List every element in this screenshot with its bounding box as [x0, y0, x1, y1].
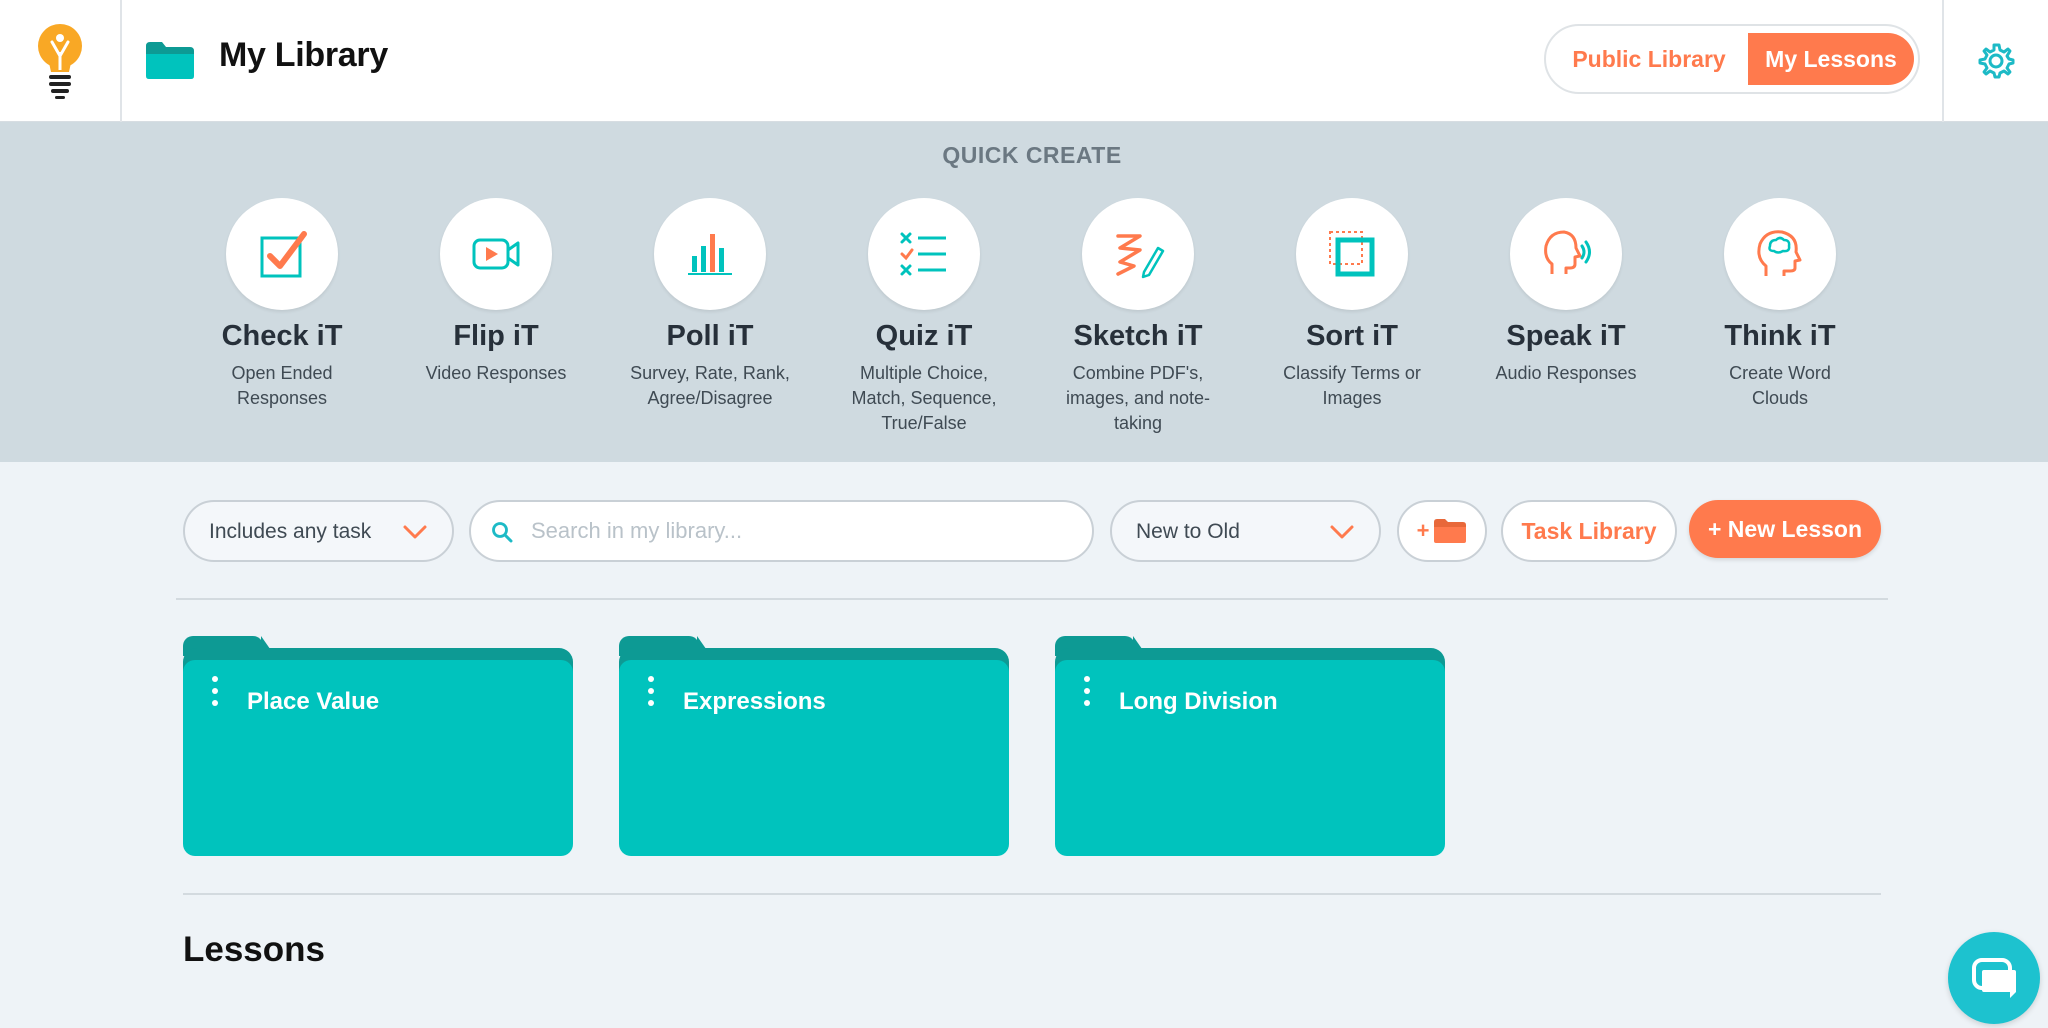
video-camera-icon	[472, 238, 520, 270]
quick-create-speak-it[interactable]: Speak iT Audio Responses	[1466, 198, 1666, 386]
thinking-head-icon	[1757, 230, 1802, 276]
think-it-icon-circle	[1724, 198, 1836, 310]
toolbar-divider	[176, 598, 1888, 600]
sketch-it-icon-circle	[1082, 198, 1194, 310]
app-logo[interactable]	[0, 0, 122, 122]
chevron-down-icon	[403, 525, 427, 539]
flip-it-desc: Video Responses	[425, 363, 567, 383]
poll-it-title: Poll iT	[666, 320, 754, 352]
speak-it-title: Speak iT	[1506, 320, 1626, 352]
chevron-down-icon	[1330, 525, 1354, 539]
folder-name: Place Value	[247, 688, 380, 715]
pencil-scribble-icon	[1116, 234, 1165, 279]
check-it-icon-circle	[226, 198, 338, 310]
lessons-heading: Lessons	[183, 930, 325, 969]
folder-card[interactable]: Place Value	[183, 636, 573, 856]
sort-it-title: Sort iT	[1306, 320, 1398, 352]
folder-menu-icon[interactable]	[1081, 676, 1093, 706]
flip-it-icon-circle	[440, 198, 552, 310]
quick-create-heading: QUICK CREATE	[942, 142, 1122, 168]
folder-name: Long Division	[1119, 688, 1278, 715]
task-filter-select[interactable]: Includes any task	[183, 500, 454, 562]
quick-create-think-it[interactable]: Think iT Create Word Clouds	[1680, 198, 1880, 411]
chat-icon	[1972, 958, 2016, 998]
library-search	[469, 500, 1094, 562]
folders-divider	[183, 893, 1881, 895]
quick-create-flip-it[interactable]: Flip iT Video Responses	[396, 198, 596, 386]
task-filter-value: Includes any task	[209, 520, 372, 543]
folder-icon	[1434, 519, 1467, 543]
quiz-it-icon-circle	[868, 198, 980, 310]
quick-create-check-it[interactable]: Check iT Open Ended Responses	[182, 198, 382, 411]
sort-it-icon-circle	[1296, 198, 1408, 310]
sort-it-desc: Classify Terms or Images	[1283, 363, 1421, 408]
checkbox-icon	[260, 231, 307, 278]
folder-menu-icon[interactable]	[645, 676, 657, 706]
quick-create-sort-it[interactable]: Sort iT Classify Terms or Images	[1252, 198, 1452, 411]
check-it-desc: Open Ended Responses	[231, 363, 333, 408]
think-it-desc: Create Word Clouds	[1729, 363, 1831, 408]
top-header: My Library Public Library My Lessons	[0, 0, 2048, 122]
quick-create-poll-it[interactable]: Poll iT Survey, Rate, Rank, Agree/Disagr…	[610, 198, 810, 411]
lightbulb-logo-icon	[38, 24, 82, 99]
search-input[interactable]	[531, 512, 1071, 550]
quiz-it-title: Quiz iT	[875, 320, 973, 352]
sketch-it-title: Sketch iT	[1073, 320, 1203, 352]
quick-create-sketch-it[interactable]: Sketch iT Combine PDF's, images, and not…	[1038, 198, 1238, 436]
settings-button[interactable]	[1942, 0, 2048, 122]
folder-icon	[146, 42, 194, 79]
chat-support-button[interactable]	[1948, 932, 2040, 1024]
folder-card[interactable]: Expressions	[619, 636, 1009, 856]
quick-create-quiz-it[interactable]: Quiz iT Multiple Choice, Match, Sequence…	[824, 198, 1024, 436]
poll-it-desc: Survey, Rate, Rank, Agree/Disagree	[630, 363, 790, 408]
new-lesson-button[interactable]: + New Lesson	[1689, 500, 1881, 558]
think-it-title: Think iT	[1724, 320, 1836, 352]
sketch-it-desc: Combine PDF's, images, and note-taking	[1065, 363, 1211, 433]
bar-chart-icon	[688, 234, 732, 275]
library-toggle: Public Library My Lessons	[1544, 24, 1920, 94]
quick-create-panel: QUICK CREATE Check iT Open Ended Respons…	[0, 122, 2048, 462]
gear-icon	[1978, 43, 2015, 79]
poll-it-icon-circle	[654, 198, 766, 310]
checklist-icon	[900, 232, 946, 276]
speak-it-icon-circle	[1510, 198, 1622, 310]
plus-icon: +	[1416, 518, 1430, 543]
folder-name: Expressions	[683, 688, 826, 715]
quiz-it-desc: Multiple Choice, Match, Sequence, True/F…	[851, 363, 997, 433]
search-icon	[492, 522, 513, 543]
flip-it-title: Flip iT	[453, 320, 539, 352]
page-title: My Library	[219, 36, 388, 74]
sort-order-value: New to Old	[1136, 520, 1240, 543]
speak-it-desc: Audio Responses	[1495, 363, 1637, 383]
folder-card[interactable]: Long Division	[1055, 636, 1445, 856]
check-it-title: Check iT	[221, 320, 343, 352]
public-library-button[interactable]: Public Library	[1554, 33, 1744, 85]
sort-squares-icon	[1329, 231, 1375, 277]
speaking-head-icon	[1544, 230, 1591, 274]
folder-menu-icon[interactable]	[209, 676, 221, 706]
sort-order-select[interactable]: New to Old	[1110, 500, 1381, 562]
my-lessons-button[interactable]: My Lessons	[1748, 33, 1914, 85]
new-folder-button[interactable]: +	[1397, 500, 1487, 562]
task-library-button[interactable]: Task Library	[1501, 500, 1677, 562]
